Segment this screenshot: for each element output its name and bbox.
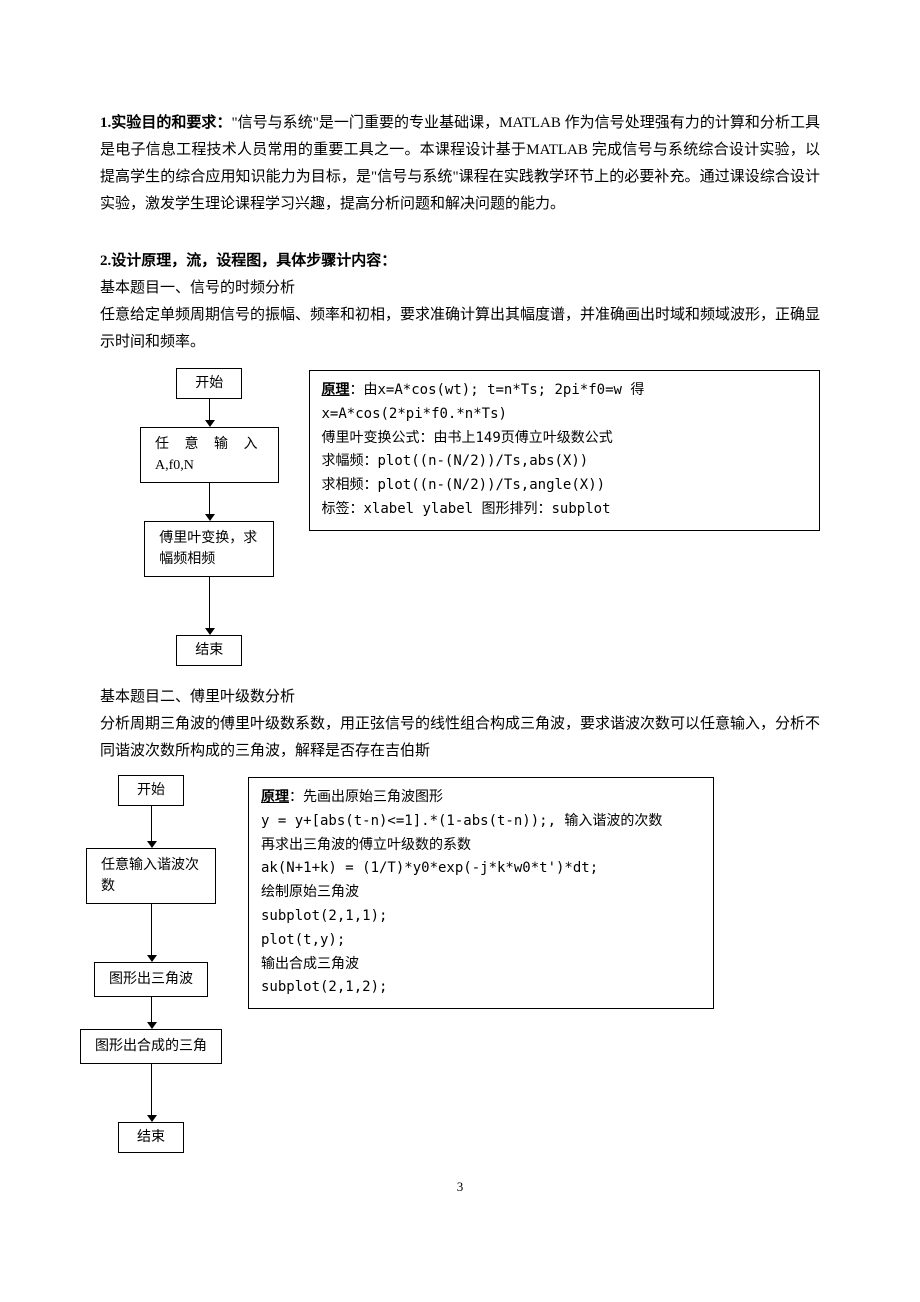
section-1: 1.实验目的和要求："信号与系统"是一门重要的专业基础课，MATLAB 作为信号… (100, 110, 820, 218)
principle-1-label: 原理 (322, 382, 350, 398)
fc-arrow (209, 577, 210, 635)
fc2-draw-orig: 图形出三角波 (94, 962, 208, 997)
fc2-end: 结束 (118, 1122, 184, 1153)
section-1-heading: 1.实验目的和要求： (100, 115, 231, 131)
fc-arrow (151, 904, 152, 962)
fc1-process: 傅里叶变换，求幅频相频 (144, 521, 274, 577)
fc1-input: 任 意 输 入 A,f0,N (140, 427, 279, 483)
principle-box-1: 原理：由x=A*cos(wt); t=n*Ts; 2pi*f0=w 得 x=A*… (309, 370, 821, 531)
page-number: 3 (0, 1175, 920, 1198)
topic-1-title: 基本题目一、信号的时频分析 (100, 275, 820, 302)
principle-2-label: 原理 (261, 789, 289, 805)
topic-1-desc: 任意给定单频周期信号的振幅、频率和初相，要求准确计算出其幅度谱，并准确画出时域和… (100, 302, 820, 356)
fc-arrow (151, 806, 152, 848)
fc-arrow (151, 997, 152, 1029)
document-page: 1.实验目的和要求："信号与系统"是一门重要的专业基础课，MATLAB 作为信号… (0, 0, 920, 1193)
fc1-start: 开始 (176, 368, 242, 399)
fc2-input: 任意输入谐波次数 (86, 848, 216, 904)
flowchart-1: 开始 任 意 输 入 A,f0,N 傅里叶变换，求幅频相频 结束 (140, 368, 279, 666)
fc1-input-l2: A,f0,N (155, 458, 194, 473)
topic-1-content: 开始 任 意 输 入 A,f0,N 傅里叶变换，求幅频相频 结束 原理：由x=A… (100, 368, 820, 666)
principle-2-text: ：先画出原始三角波图形 y = y+[abs(t-n)<=1].*(1-abs(… (261, 789, 662, 995)
flowchart-2: 开始 任意输入谐波次数 图形出三角波 图形出合成的三角 结束 (80, 775, 222, 1153)
topic-2-title: 基本题目二、傅里叶级数分析 (100, 684, 820, 711)
fc-arrow (209, 399, 210, 427)
topic-2-content: 开始 任意输入谐波次数 图形出三角波 图形出合成的三角 结束 原理：先画出原始三… (80, 775, 820, 1153)
principle-1-text: ：由x=A*cos(wt); t=n*Ts; 2pi*f0=w 得 x=A*co… (322, 382, 645, 517)
fc2-draw-synth: 图形出合成的三角 (80, 1029, 222, 1064)
fc-arrow (209, 483, 210, 521)
fc-arrow (151, 1064, 152, 1122)
fc1-end: 结束 (176, 635, 242, 666)
topic-2-desc: 分析周期三角波的傅里叶级数系数，用正弦信号的线性组合构成三角波，要求谐波次数可以… (100, 711, 820, 765)
fc2-start: 开始 (118, 775, 184, 806)
fc1-input-l1: 任 意 输 入 (155, 437, 264, 452)
principle-box-2: 原理：先画出原始三角波图形 y = y+[abs(t-n)<=1].*(1-ab… (248, 777, 714, 1009)
section-2-heading: 2.设计原理，流，设程图，具体步骤计内容： (100, 248, 820, 275)
